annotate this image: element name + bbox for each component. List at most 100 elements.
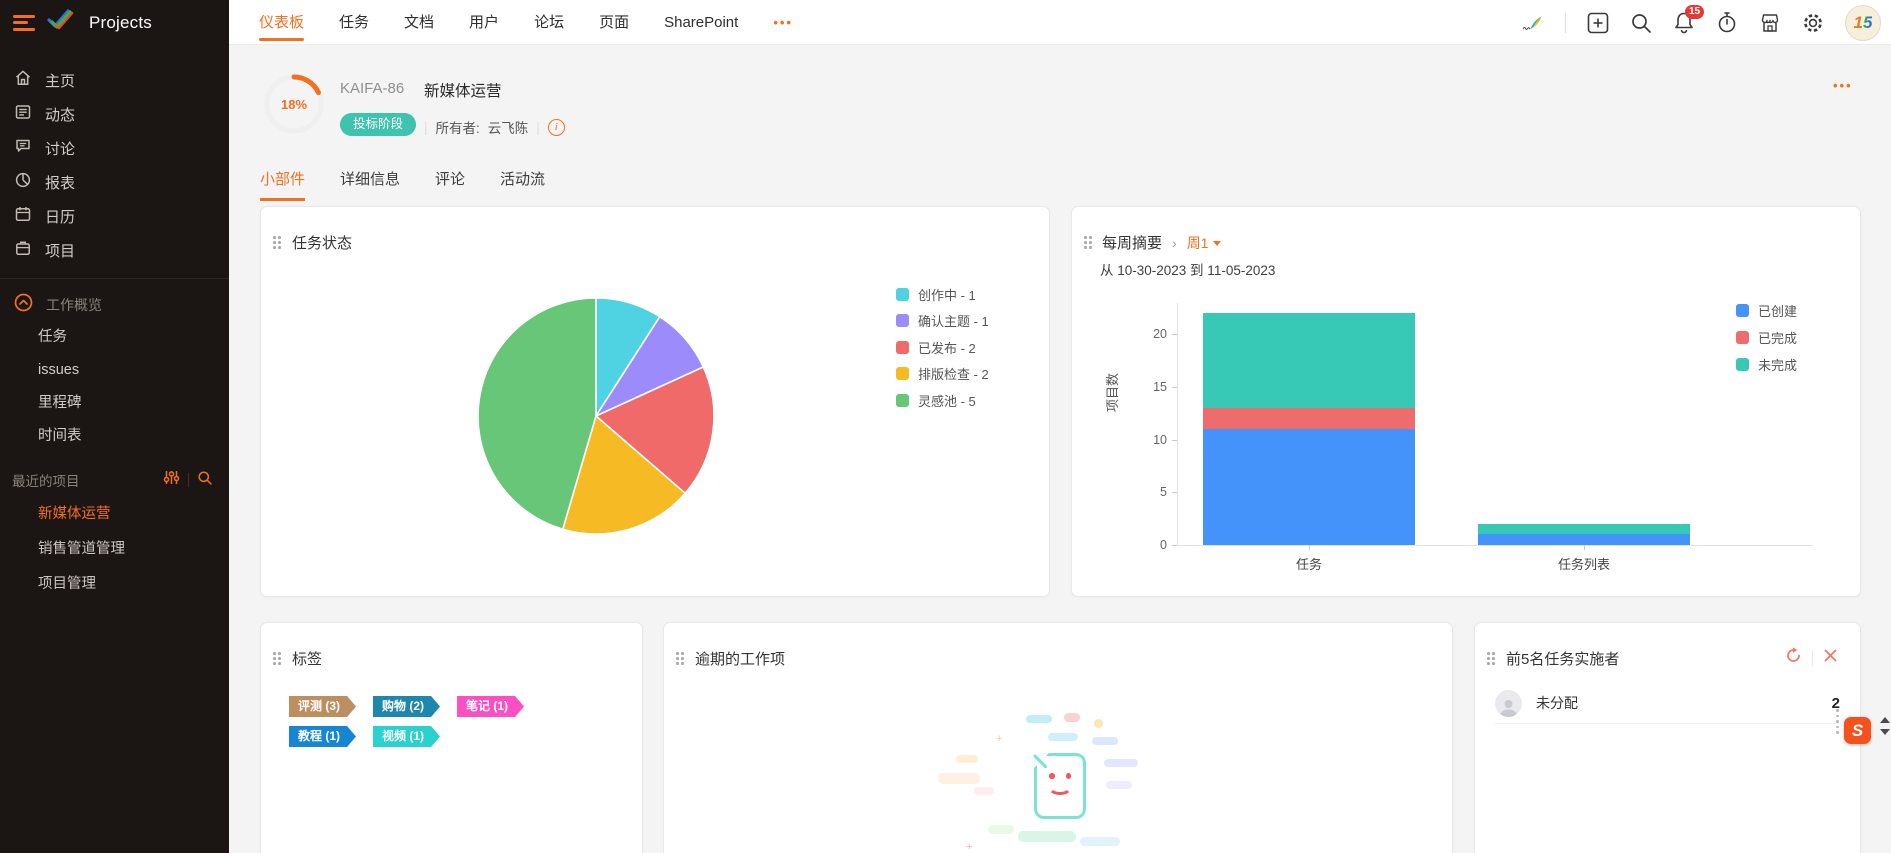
tab-详细信息[interactable]: 详细信息	[340, 168, 400, 201]
legend-item-确认主题[interactable]: 确认主题 - 1	[896, 308, 989, 335]
nav-tab-文档[interactable]: 文档	[404, 0, 434, 45]
drag-handle-icon[interactable]	[676, 652, 684, 665]
app-logo-text[interactable]: Projects	[89, 13, 152, 33]
sidebar-subitem-issues[interactable]: issues	[0, 354, 229, 387]
project-stage-badge[interactable]: 投标阶段	[340, 113, 417, 136]
legend-item-未完成[interactable]: 未完成	[1736, 351, 1797, 378]
sidebar-subitem-时间表[interactable]: 时间表	[0, 420, 229, 453]
legend-item-排版检查[interactable]: 排版检查 - 2	[896, 361, 989, 388]
legend-item-已发布[interactable]: 已发布 - 2	[896, 334, 989, 361]
sidebar-item-label: 动态	[45, 106, 76, 124]
sidebar-item-动态[interactable]: 动态	[0, 97, 229, 131]
tab-活动流[interactable]: 活动流	[500, 168, 545, 201]
sidebar-item-日历[interactable]: 日历	[0, 199, 229, 233]
nav-tab-仪表板[interactable]: 仪表板	[259, 0, 305, 45]
drag-handle-icon[interactable]	[1487, 652, 1495, 665]
sidebar-project-销售管道管理[interactable]: 销售管道管理	[0, 532, 229, 567]
weekly-bar-chart[interactable]: 项目数 0 5 10 15 20 任务 任务列表	[1072, 207, 1860, 596]
legend-item-已完成[interactable]: 已完成	[1736, 324, 1797, 351]
legend-item-创作中[interactable]: 创作中 - 1	[896, 281, 989, 308]
project-more-actions[interactable]: •••	[1833, 78, 1853, 93]
sidebar-item-主页[interactable]: 主页	[0, 63, 229, 97]
scroll-up-icon[interactable]	[1880, 717, 1890, 723]
legend-swatch	[1736, 304, 1749, 317]
legend-label: 排版检查 - 2	[918, 367, 989, 383]
refresh-icon[interactable]	[1785, 647, 1802, 669]
bar-segment-任务-已完成[interactable]	[1203, 407, 1415, 429]
home-icon	[14, 69, 32, 92]
info-icon[interactable]: i	[547, 118, 565, 136]
top5-row-未分配[interactable]: 未分配 2	[1495, 686, 1840, 720]
tag-视频 (1)[interactable]: 视频 (1)	[373, 726, 440, 747]
hamburger-menu-icon[interactable]	[13, 14, 35, 31]
task-status-pie-chart[interactable]	[476, 296, 716, 536]
feed-icon	[14, 103, 32, 126]
bar-segment-任务列表-未完成[interactable]	[1478, 523, 1690, 535]
scroll-down-icon[interactable]	[1880, 729, 1890, 735]
owner-divider: |	[424, 119, 428, 135]
widget-weekly-summary: 每周摘要 › 周1 从 10-30-2023 到 11-05-2023 项目数 0…	[1071, 206, 1861, 597]
y-tick-mark	[1172, 386, 1177, 388]
drag-handle-icon[interactable]	[273, 236, 281, 249]
app-root: Projects 仪表板 任务 文档 用户 论坛 页面 SharePoint ••• 15	[0, 0, 1891, 853]
settings-gear-icon[interactable]	[1802, 12, 1824, 34]
bar-segment-任务-已创建[interactable]	[1203, 429, 1415, 545]
filter-icon[interactable]	[163, 469, 180, 491]
owner-name[interactable]: 云飞陈	[488, 117, 529, 137]
signature-pen-icon[interactable]	[1522, 12, 1544, 34]
sidebar-subitem-里程碑[interactable]: 里程碑	[0, 387, 229, 420]
sidebar-item-讨论[interactable]: 讨论	[0, 131, 229, 165]
y-axis-line	[1177, 303, 1178, 545]
tag-笔记 (1)[interactable]: 笔记 (1)	[457, 696, 524, 717]
widget-tags: 标签 评测 (3) 购物 (2) 笔记 (1) 教程 (1) 视频 (1)	[260, 622, 643, 853]
row-divider	[1495, 723, 1840, 724]
legend-item-灵感池[interactable]: 灵感池 - 5	[896, 387, 989, 414]
work-overview-label: 工作概览	[46, 297, 102, 313]
bar-segment-任务-未完成[interactable]	[1203, 313, 1415, 408]
bar-legend: 已创建 已完成 未完成	[1736, 297, 1797, 378]
tag-评测 (3)[interactable]: 评测 (3)	[289, 696, 356, 717]
marketplace-icon[interactable]	[1759, 12, 1781, 34]
sidebar-item-报表[interactable]: 报表	[0, 165, 229, 199]
sidebar-subitem-任务[interactable]: 任务	[0, 321, 229, 354]
project-title: 新媒体运营	[424, 83, 502, 100]
tab-评论[interactable]: 评论	[435, 168, 465, 201]
timer-icon[interactable]	[1716, 12, 1738, 34]
widget-title: 前5名任务实施者	[1506, 651, 1620, 668]
tag-购物 (2)[interactable]: 购物 (2)	[373, 696, 440, 717]
extension-badge[interactable]: S	[1844, 717, 1871, 744]
x-tick-mark	[1584, 545, 1585, 550]
discussion-icon	[14, 137, 32, 160]
drag-handle-icon[interactable]	[273, 652, 281, 665]
add-new-icon[interactable]	[1587, 12, 1609, 34]
nav-more-button[interactable]: •••	[773, 0, 793, 45]
smiley-document-icon	[1032, 753, 1086, 819]
recent-tools-divider	[188, 473, 189, 487]
nav-tab-用户[interactable]: 用户	[469, 0, 499, 45]
sidebar-section-work-overview[interactable]: 工作概览	[0, 289, 229, 321]
search-icon[interactable]	[1630, 12, 1652, 34]
notifications-bell-icon[interactable]: 15	[1673, 4, 1705, 34]
tab-小部件[interactable]: 小部件	[260, 168, 306, 201]
topbar-brand-area: Projects	[0, 0, 229, 45]
close-icon[interactable]	[1823, 648, 1838, 668]
widget-top5-task-owners: 前5名任务实施者 未分配 2	[1474, 622, 1861, 853]
nav-tab-论坛[interactable]: 论坛	[534, 0, 564, 45]
nav-tab-任务[interactable]: 任务	[339, 0, 369, 45]
sidebar-project-新媒体运营[interactable]: 新媒体运营	[0, 497, 229, 532]
nav-tab-SharePoint[interactable]: SharePoint	[664, 0, 738, 45]
owner-label: 所有者:	[435, 121, 480, 136]
sidebar-main-nav: 主页动态讨论 报表 日历 项目	[0, 63, 229, 267]
project-search-icon[interactable]	[197, 470, 213, 491]
empty-state-illustration: + +	[938, 713, 1138, 853]
recent-projects-label: 最近的项目	[12, 474, 80, 489]
sidebar-project-项目管理[interactable]: 项目管理	[0, 567, 229, 602]
nav-tab-页面[interactable]: 页面	[599, 0, 629, 45]
tag-教程 (1)[interactable]: 教程 (1)	[289, 726, 356, 747]
bar-segment-任务列表-已创建[interactable]	[1478, 534, 1690, 545]
user-avatar[interactable]: 15	[1845, 4, 1881, 41]
sidebar-item-项目[interactable]: 项目	[0, 233, 229, 267]
extension-drag-handle[interactable]	[1836, 709, 1839, 734]
projects-icon	[14, 239, 32, 262]
legend-item-已创建[interactable]: 已创建	[1736, 297, 1797, 324]
